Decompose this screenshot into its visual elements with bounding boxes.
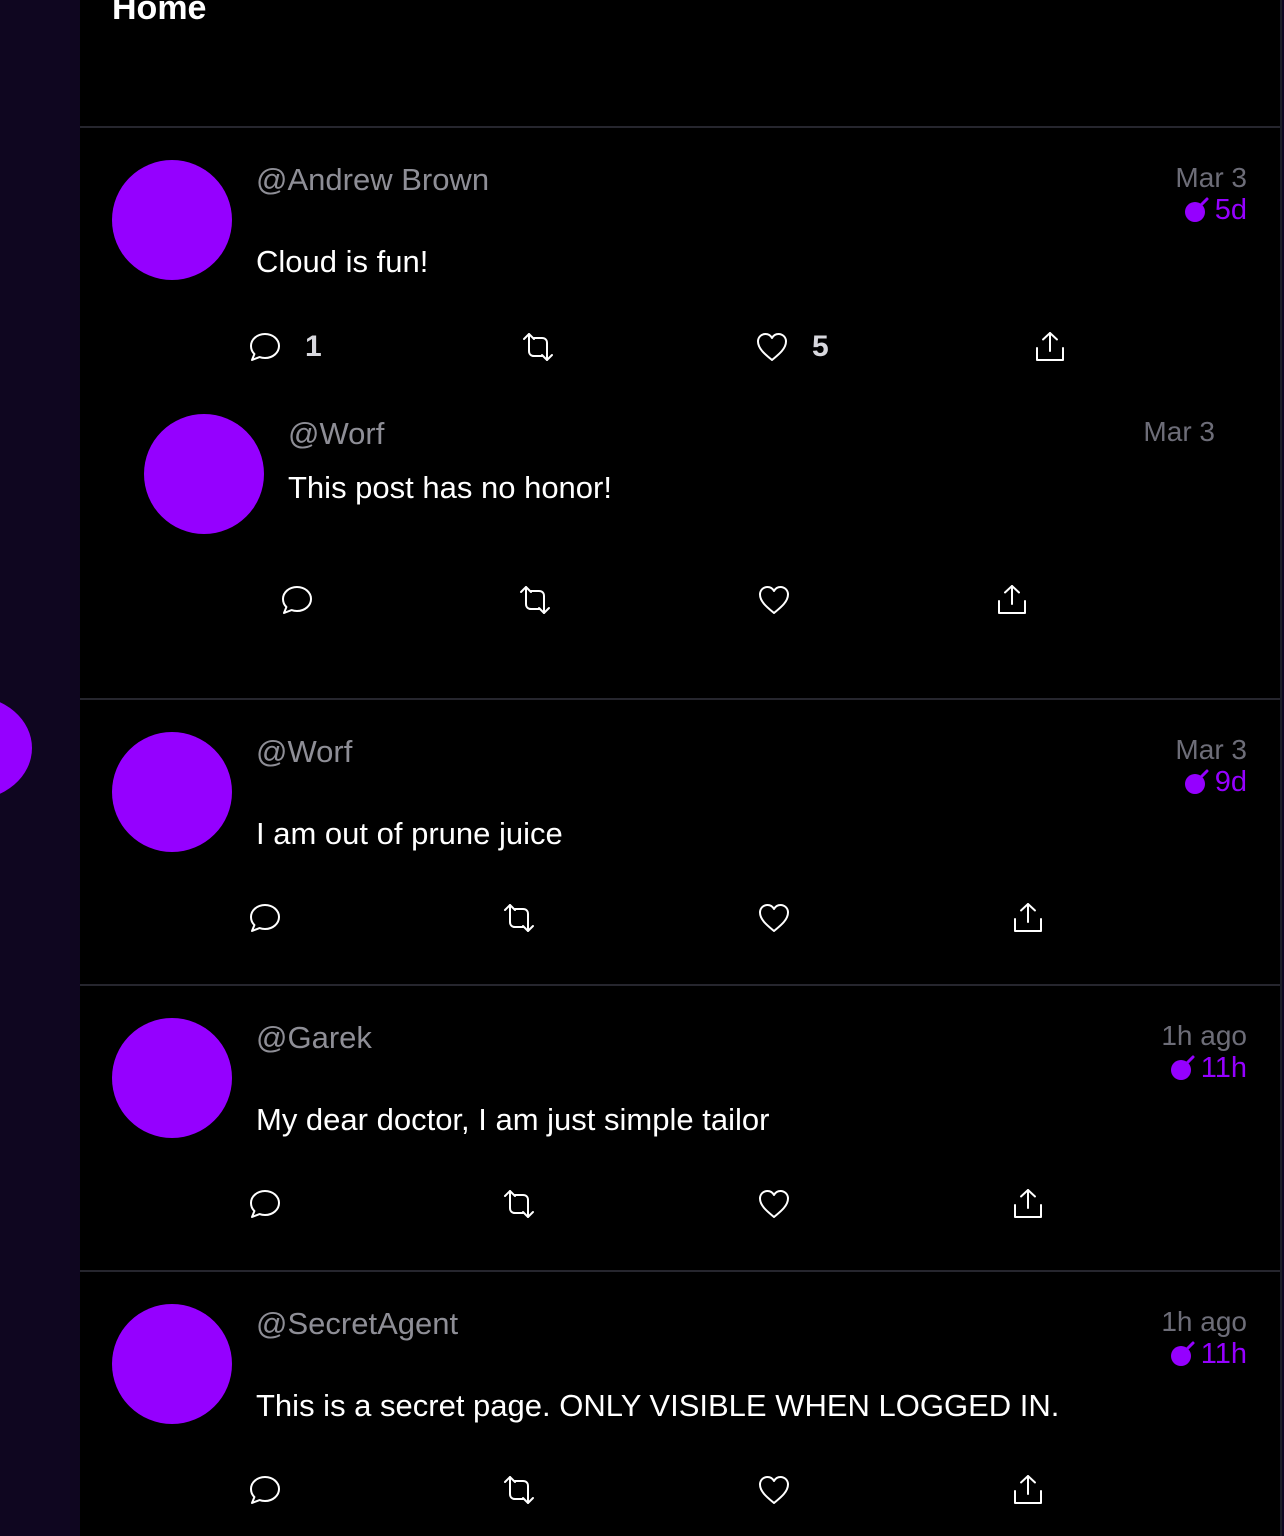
repost-button[interactable] xyxy=(501,900,537,936)
reply-bubble-icon xyxy=(250,1476,280,1504)
repost-icon xyxy=(504,1476,534,1504)
home-feed: Home @Andrew Brown Mar 3 5d Cloud is fun… xyxy=(80,0,1282,1536)
avatar[interactable] xyxy=(112,1304,232,1424)
post-message: Cloud is fun! xyxy=(256,244,429,279)
post-card[interactable]: @Andrew Brown Mar 3 5d Cloud is fun! 1 5… xyxy=(80,128,1280,700)
sidebar xyxy=(0,0,80,1536)
like-count: 5 xyxy=(812,330,829,363)
post-date: Mar 3 xyxy=(1175,734,1247,765)
share-icon xyxy=(998,585,1026,614)
reply-button[interactable]: 1 xyxy=(247,329,322,365)
expiry-time: 9d xyxy=(1214,766,1247,798)
avatar[interactable] xyxy=(112,160,232,280)
post-meta: 1h ago 11h xyxy=(1027,1306,1247,1370)
reply-bubble-icon xyxy=(250,1190,280,1218)
post-card[interactable]: @Garek 1h ago 11h My dear doctor, I am j… xyxy=(80,986,1280,1272)
expiry-badge: 5d xyxy=(1027,194,1247,226)
bomb-icon xyxy=(1184,769,1209,794)
like-button[interactable] xyxy=(756,1472,792,1508)
post-meta: Mar 3 9d xyxy=(1027,734,1247,798)
share-button[interactable] xyxy=(1010,1472,1046,1508)
like-button[interactable] xyxy=(756,582,792,618)
post-message: I am out of prune juice xyxy=(256,816,563,851)
repost-icon xyxy=(504,1190,534,1218)
expiry-badge: 11h xyxy=(1027,1052,1247,1084)
reply-button[interactable] xyxy=(247,1472,283,1508)
heart-icon xyxy=(759,586,789,614)
expiry-time: 5d xyxy=(1214,194,1247,226)
page-title: Home xyxy=(112,0,207,27)
post-card[interactable]: @Worf Mar 3 9d I am out of prune juice xyxy=(80,700,1280,986)
like-button[interactable]: 5 xyxy=(754,329,829,365)
share-button[interactable] xyxy=(1032,329,1068,365)
post-handle[interactable]: @Andrew Brown xyxy=(256,162,489,198)
reply-button[interactable] xyxy=(247,900,283,936)
reply-handle[interactable]: @Worf xyxy=(288,416,384,452)
share-icon xyxy=(1036,332,1064,361)
reply-button[interactable] xyxy=(247,1186,283,1222)
expiry-badge: 11h xyxy=(1027,1338,1247,1370)
avatar[interactable] xyxy=(112,732,232,852)
post-handle[interactable]: @Garek xyxy=(256,1020,372,1056)
share-icon xyxy=(1014,903,1042,932)
bomb-icon xyxy=(1170,1055,1195,1080)
share-button[interactable] xyxy=(994,582,1030,618)
post-card[interactable]: @SecretAgent 1h ago 11h This is a secret… xyxy=(80,1272,1280,1536)
share-button[interactable] xyxy=(1010,1186,1046,1222)
repost-icon xyxy=(520,586,550,614)
heart-icon xyxy=(759,904,789,932)
post-date: 1h ago xyxy=(1161,1020,1247,1051)
reply-message: This post has no honor! xyxy=(288,470,612,505)
post-date: Mar 3 xyxy=(1175,162,1247,193)
share-button[interactable] xyxy=(1010,900,1046,936)
share-icon xyxy=(1014,1189,1042,1218)
bomb-icon xyxy=(1184,197,1209,222)
post-message: This is a secret page. ONLY VISIBLE WHEN… xyxy=(256,1388,1060,1423)
share-icon xyxy=(1014,1475,1042,1504)
repost-button[interactable] xyxy=(517,582,553,618)
repost-button[interactable] xyxy=(501,1472,537,1508)
post-handle[interactable]: @Worf xyxy=(256,734,352,770)
post-handle[interactable]: @SecretAgent xyxy=(256,1306,458,1342)
reply-bubble-icon xyxy=(250,333,280,361)
repost-button[interactable] xyxy=(520,329,556,365)
repost-icon xyxy=(504,904,534,932)
reply-bubble-icon xyxy=(250,904,280,932)
heart-icon xyxy=(757,333,787,361)
like-button[interactable] xyxy=(756,900,792,936)
post-meta: Mar 3 5d xyxy=(1027,162,1247,226)
post-message: My dear doctor, I am just simple tailor xyxy=(256,1102,770,1137)
reply-count: 1 xyxy=(305,330,322,363)
post-date: 1h ago xyxy=(1161,1306,1247,1337)
reply-date: Mar 3 xyxy=(1143,416,1215,447)
like-button[interactable] xyxy=(756,1186,792,1222)
reply-button[interactable] xyxy=(279,582,315,618)
bomb-icon xyxy=(1170,1341,1195,1366)
avatar[interactable] xyxy=(112,1018,232,1138)
expiry-time: 11h xyxy=(1200,1052,1247,1084)
expiry-badge: 9d xyxy=(1027,766,1247,798)
reply-meta: Mar 3 xyxy=(995,416,1215,448)
heart-icon xyxy=(759,1190,789,1218)
heart-icon xyxy=(759,1476,789,1504)
repost-icon xyxy=(523,333,553,361)
sidebar-profile-avatar[interactable] xyxy=(0,696,32,800)
expiry-time: 11h xyxy=(1200,1338,1247,1370)
repost-button[interactable] xyxy=(501,1186,537,1222)
reply-bubble-icon xyxy=(282,586,312,614)
reply-avatar[interactable] xyxy=(144,414,264,534)
post-meta: 1h ago 11h xyxy=(1027,1020,1247,1084)
